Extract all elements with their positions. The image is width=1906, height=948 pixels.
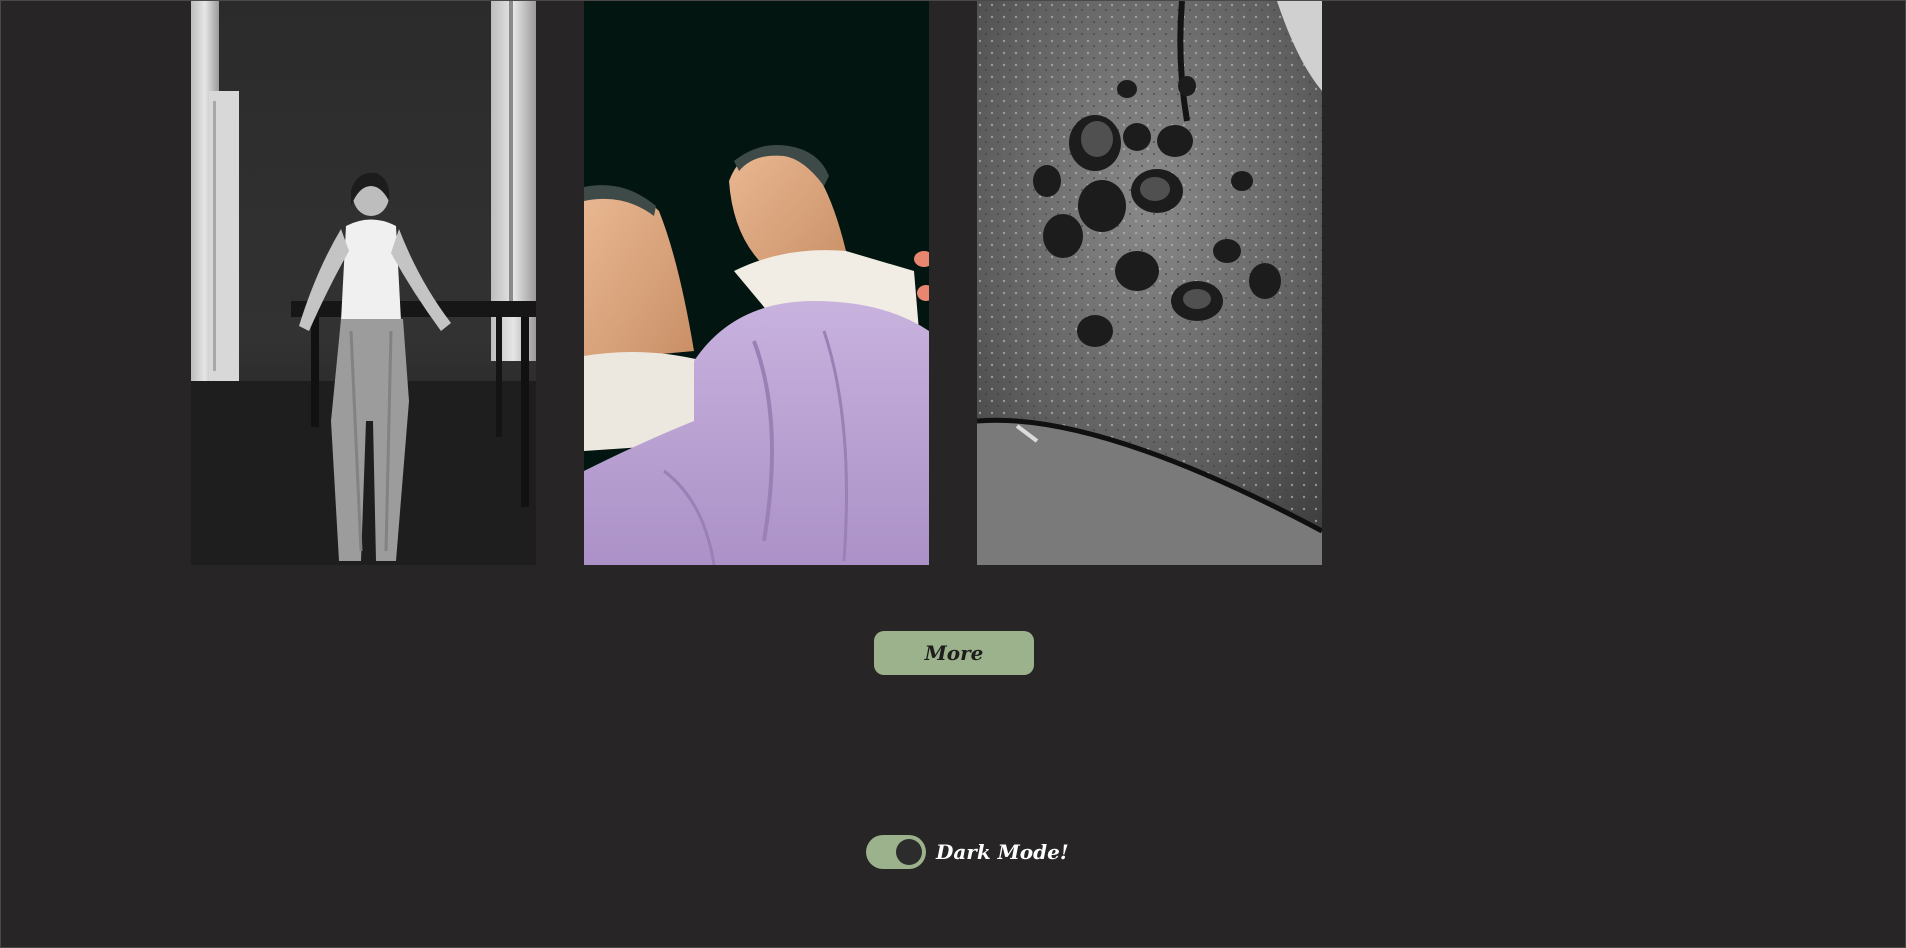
knees-lavender-skirt-photo[interactable] — [584, 1, 929, 565]
knees-photo-image — [584, 1, 929, 565]
more-button[interactable]: More — [874, 631, 1034, 675]
dark-mode-toggle[interactable] — [866, 835, 926, 869]
rock-photo-image — [977, 1, 1322, 565]
rock-texture-photo[interactable] — [977, 1, 1322, 565]
page: More Dark Mode! — [0, 0, 1906, 948]
dark-mode-label: Dark Mode! — [936, 840, 1069, 864]
woman-leaning-on-table-photo[interactable] — [191, 1, 536, 565]
dark-mode-toggle-row: Dark Mode! — [866, 835, 1069, 869]
woman-photo-image — [191, 1, 536, 565]
toggle-knob — [896, 839, 922, 865]
